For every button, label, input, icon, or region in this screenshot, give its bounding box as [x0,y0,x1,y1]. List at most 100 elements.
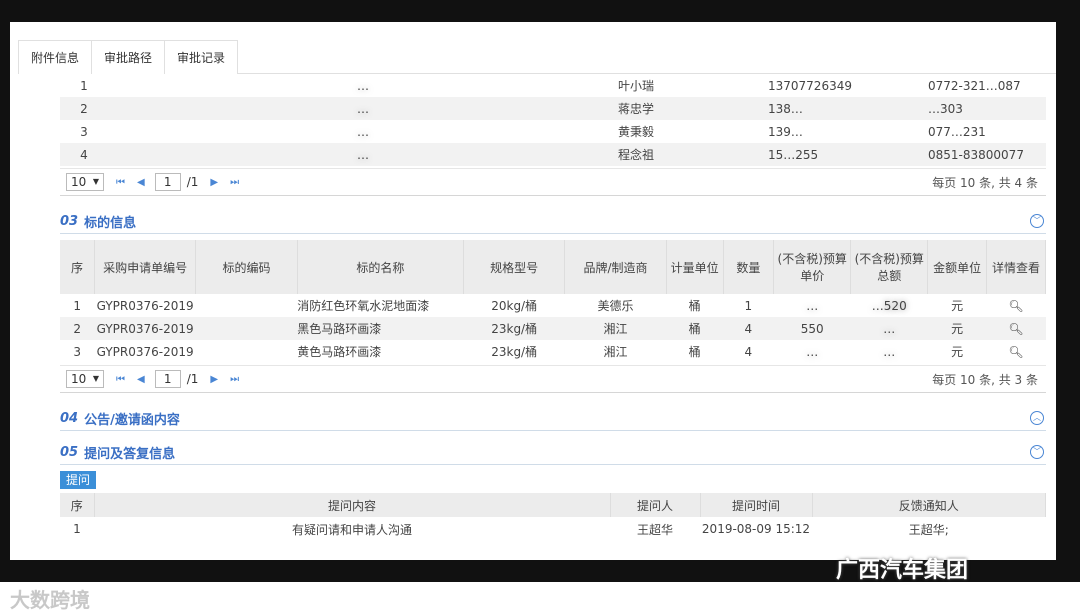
section-header-announcement[interactable]: 04 公告/邀请函内容 ︿ [60,407,1046,431]
ask-question-button[interactable]: 提问 [60,471,97,489]
detail-search-icon[interactable]: 🔍︎ [987,340,1046,363]
row-index: 2 [73,321,82,336]
last-page-icon[interactable]: ⏭ [230,177,239,188]
item-qty: 1 [744,298,753,313]
expand-toggle-icon[interactable]: ︿ [1030,411,1044,425]
contact-phone: 138… [768,101,803,116]
table-row: 1 有疑问请和申请人沟通 王超华 2019-08-09 15:12 王超华; [60,517,1046,541]
item-currency: 元 [951,322,964,336]
supplier-name-link[interactable]: … [108,143,618,166]
item-price: … [806,344,819,359]
contact-phone: 139… [768,124,803,139]
prev-page-icon[interactable]: ◀ [137,374,145,385]
tab-approval-path[interactable]: 审批路径 [91,40,166,74]
supplier-name-link[interactable]: … [108,97,618,120]
contact-name: 蒋忠学 [618,102,655,116]
table-row: 3 … 黄秉毅 139… 077…231 [60,120,1046,143]
request-code: GYPR0376-2019 [96,298,194,313]
contact-phone: 15…255 [768,147,819,162]
section-header-items[interactable]: 03 标的信息 ﹀ [60,210,1046,234]
column-header: 采购申请单编号 [94,240,197,294]
request-code: GYPR0376-2019 [96,321,194,336]
section-header-qa[interactable]: 05 提问及答复信息 ﹀ [60,441,1046,465]
table-row: 4 … 程念祖 15…255 0851-83800077 [60,143,1046,166]
item-qty: 4 [744,344,753,359]
column-header: 数量 [723,240,775,294]
collapse-toggle-icon[interactable]: ﹀ [1030,445,1044,459]
detail-search-icon[interactable]: 🔍︎ [987,317,1046,340]
item-code [196,294,297,317]
contact-tel: 0851-83800077 [928,147,1024,162]
pager-info: 每页 10 条, 共 3 条 [932,372,1038,387]
request-code: GYPR0376-2019 [96,344,194,359]
contact-tel: 077…231 [928,124,986,139]
tab-attachments[interactable]: 附件信息 [18,40,93,74]
column-header: 标的编码 [195,240,298,294]
row-index: 2 [80,101,88,116]
contact-tel: 0772-321…087 [928,78,1021,93]
next-page-icon[interactable]: ▶ [210,177,218,188]
watermark-right: 广西汽车集团 [836,558,969,583]
item-total: … [883,344,896,359]
item-name: 黑色马路环画漆 [297,322,382,336]
page-size-select[interactable]: 10 ▼ [66,370,104,388]
item-spec: 20kg/桶 [491,299,538,313]
contact-tel: …303 [928,101,963,116]
section-number: 04 [60,411,79,426]
supplier-table: 1 … 叶小瑞 13707726349 0772-321…087 2 … 蒋忠学… [60,74,1046,166]
contact-phone: 13707726349 [768,78,852,93]
last-page-icon[interactable]: ⏭ [230,374,239,385]
item-name: 消防红色环氧水泥地面漆 [297,299,430,313]
main-content: 1 … 叶小瑞 13707726349 0772-321…087 2 … 蒋忠学… [60,74,1046,541]
frame-left [0,0,10,582]
column-header: 详情查看 [986,240,1046,294]
item-brand: 湘江 [603,345,628,359]
item-spec: 23kg/桶 [491,322,538,336]
notify-person: 王超华; [908,522,949,537]
column-header: (不含税)预算单价 [773,240,852,294]
first-page-icon[interactable]: ⏮ [116,374,125,385]
page-number-input[interactable]: 1 [154,370,181,388]
column-header: 标的名称 [297,240,464,294]
column-header: 反馈通知人 [812,493,1046,517]
row-index: 1 [73,298,82,313]
item-price: … [806,298,819,313]
page-size-select[interactable]: 10 ▼ [66,173,104,191]
collapse-toggle-icon[interactable]: ﹀ [1030,214,1044,228]
detail-search-icon[interactable]: 🔍︎ [987,294,1046,317]
caret-down-icon: ▼ [92,177,99,186]
item-price: 550 [800,321,824,336]
supplier-name-link[interactable]: … [108,120,618,143]
column-header: 金额单位 [927,240,988,294]
screenshot-frame: 附件信息 审批路径 审批记录 1 … 叶小瑞 13707726349 0772-… [0,0,1080,614]
first-page-icon[interactable]: ⏮ [116,177,125,188]
supplier-name-link[interactable]: … [108,74,618,97]
item-brand: 湘江 [603,322,628,336]
items-pager: 10 ▼ ⏮ ◀ 1 /1 ▶ ⏭ 每页 10 条, 共 3 条 [60,365,1046,393]
page-total: /1 [186,175,199,189]
column-header: (不含税)预算总额 [850,240,929,294]
tab-approval-records[interactable]: 审批记录 [164,40,239,74]
page-number-input[interactable]: 1 [154,173,181,191]
asker: 王超华 [636,522,673,537]
ask-time: 2019-08-09 15:12 [701,522,811,536]
next-page-icon[interactable]: ▶ [210,374,218,385]
item-name: 黄色马路环画漆 [297,345,382,359]
items-table: 序 采购申请单编号 标的编码 标的名称 规格型号 品牌/制造商 计量单位 数量 … [60,240,1046,363]
item-code [196,340,297,363]
item-spec: 23kg/桶 [491,345,538,359]
app-screen: 附件信息 审批路径 审批记录 1 … 叶小瑞 13707726349 0772-… [10,22,1056,560]
column-header: 品牌/制造商 [564,240,667,294]
item-unit: 桶 [688,299,701,313]
table-row: 1 GYPR0376-2019 消防红色环氧水泥地面漆 20kg/桶 美德乐 桶… [60,294,1046,317]
contact-name: 黄秉毅 [618,125,655,139]
qa-table: 序 提问内容 提问人 提问时间 反馈通知人 1 有疑问请和申请人沟通 王超华 2… [60,493,1046,541]
row-index: 3 [73,344,82,359]
watermark-left: 大数跨境 [10,588,90,612]
item-currency: 元 [951,299,964,313]
section-title: 标的信息 [84,216,137,231]
item-unit: 桶 [688,322,701,336]
prev-page-icon[interactable]: ◀ [137,177,145,188]
row-index: 3 [80,124,88,139]
column-header: 提问人 [610,493,701,517]
